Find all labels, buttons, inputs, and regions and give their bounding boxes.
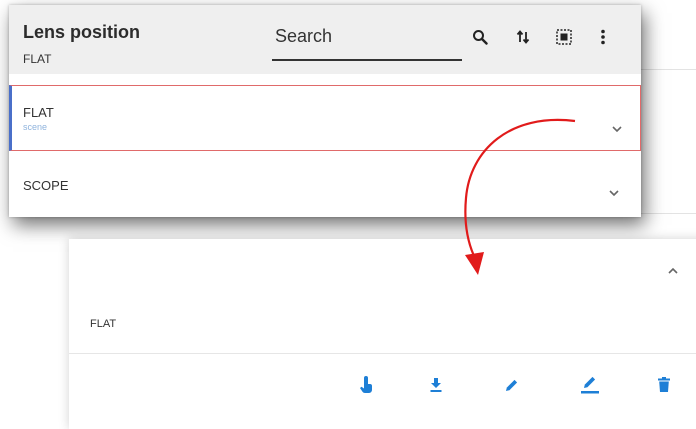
callout-arrow bbox=[464, 118, 576, 275]
